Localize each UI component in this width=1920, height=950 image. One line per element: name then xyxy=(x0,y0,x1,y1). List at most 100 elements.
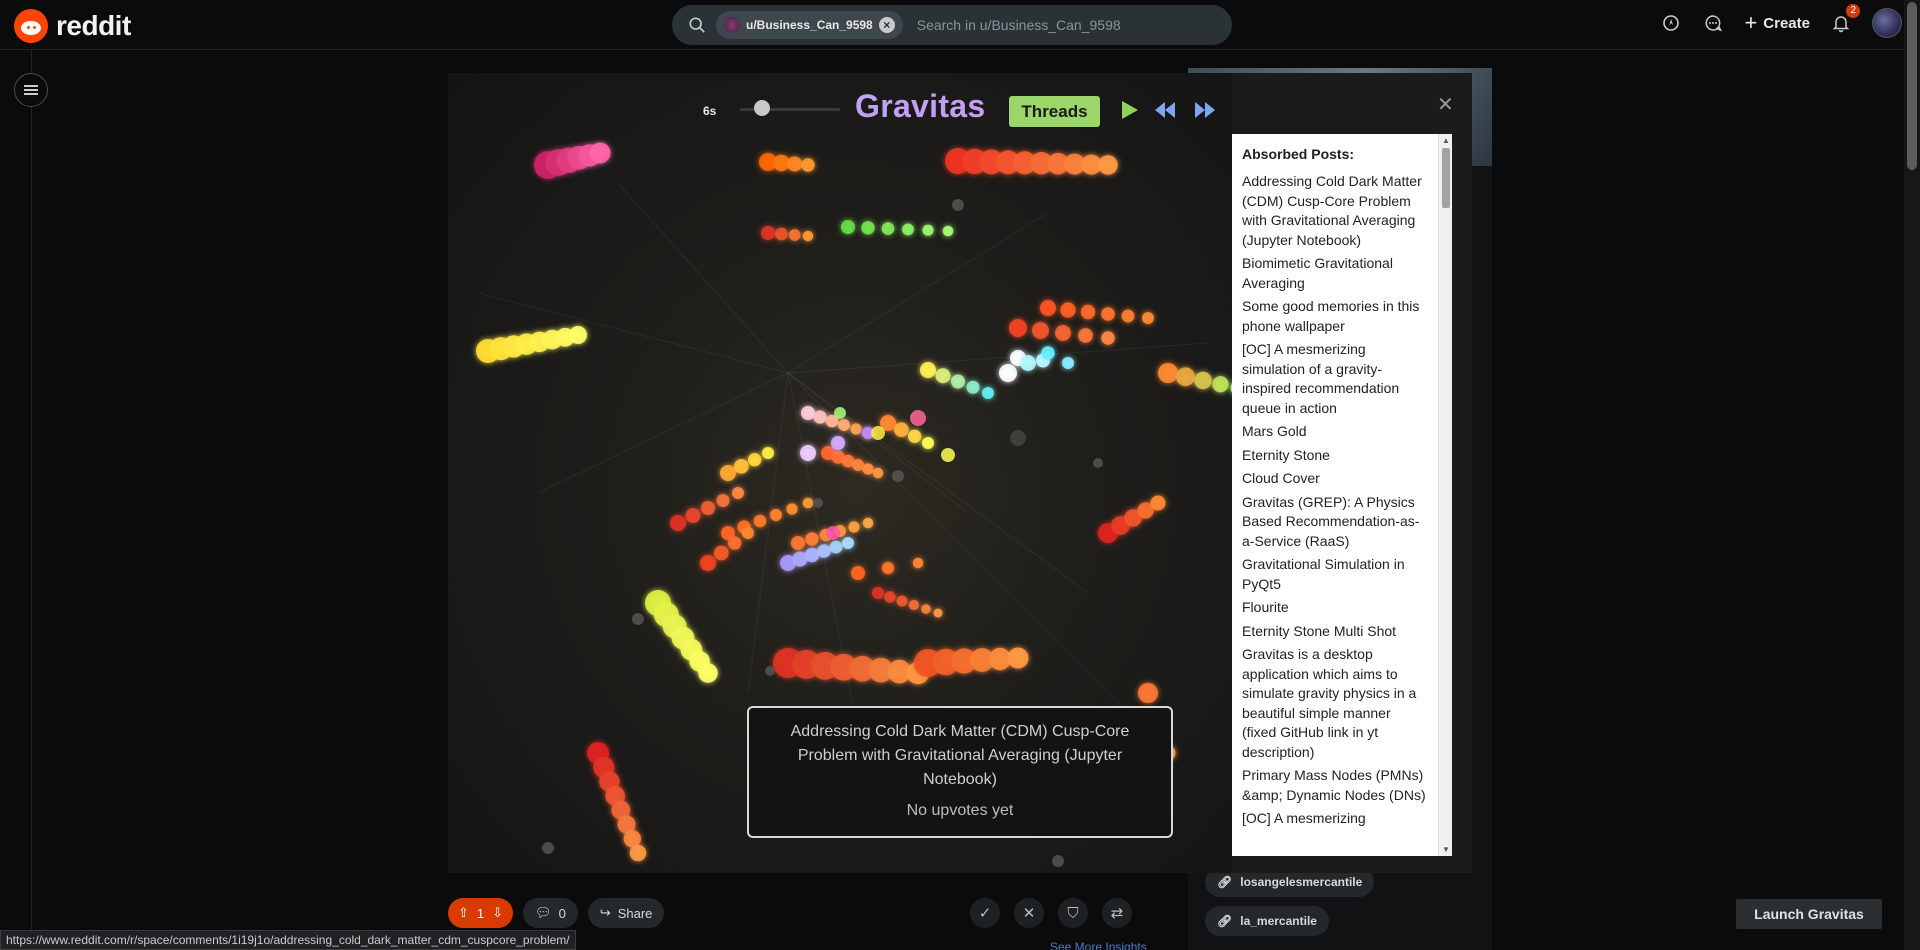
see-more-insights-link[interactable]: See More Insights xyxy=(1050,940,1147,950)
absorbed-post-item[interactable]: [OC] A mesmerizing simulation of a gravi… xyxy=(1242,340,1427,418)
user-avatar-icon xyxy=(724,17,740,33)
particle xyxy=(892,470,904,482)
particle xyxy=(1080,304,1096,320)
create-button[interactable]: + Create xyxy=(1744,10,1810,36)
threads-button[interactable]: Threads xyxy=(1009,96,1100,127)
particle xyxy=(1007,647,1029,669)
particle xyxy=(1158,363,1178,383)
search-input[interactable]: Search in u/Business_Can_9598 xyxy=(917,17,1121,33)
particle xyxy=(670,515,686,531)
absorbed-post-item[interactable]: [OC] A mesmerizing xyxy=(1242,809,1427,829)
absorbed-post-item[interactable]: Some good memories in this phone wallpap… xyxy=(1242,297,1427,336)
hamburger-icon xyxy=(24,85,38,95)
absorbed-posts-scrollbar[interactable]: ▲ ▼ xyxy=(1438,134,1452,856)
rewind-icon[interactable] xyxy=(1153,98,1177,122)
expand-navigation-button[interactable] xyxy=(14,73,48,107)
absorbed-post-item[interactable]: Gravitas (GREP): A Physics Based Recomme… xyxy=(1242,493,1427,552)
particle xyxy=(920,362,936,378)
scroll-up-icon[interactable]: ▲ xyxy=(1442,136,1450,145)
link-icon: 🔗︎ xyxy=(1217,875,1233,889)
particle xyxy=(881,222,895,235)
status-bar-url: https://www.reddit.com/r/space/comments/… xyxy=(0,930,576,950)
clear-scope-icon[interactable]: × xyxy=(878,17,895,33)
approve-icon[interactable]: ✓ xyxy=(970,898,1000,928)
particle xyxy=(1098,155,1118,175)
particle-trail xyxy=(880,415,934,449)
absorbed-post-item[interactable]: Cloud Cover xyxy=(1242,469,1427,489)
absorbed-post-item[interactable]: Biomimetic Gravitational Averaging xyxy=(1242,254,1427,293)
search-scope-chip[interactable]: u/Business_Can_9598 × xyxy=(716,11,903,39)
comments-button[interactable]: 💬︎ 0 xyxy=(523,898,578,928)
particle xyxy=(801,406,815,420)
fast-forward-icon[interactable] xyxy=(1193,98,1217,122)
absorbed-post-item[interactable]: Addressing Cold Dark Matter (CDM) Cusp-C… xyxy=(1242,172,1427,250)
reddit-logo[interactable]: reddit xyxy=(14,9,131,43)
particle-trail xyxy=(872,587,943,618)
particle xyxy=(1040,300,1056,316)
downvote-icon[interactable]: ⇩ xyxy=(492,905,503,921)
particle xyxy=(802,230,814,242)
vote-control: ⇧ 1 ⇩ xyxy=(448,898,514,928)
particle xyxy=(762,447,774,459)
particle xyxy=(829,540,843,554)
particle-trail xyxy=(645,590,718,683)
share-button[interactable]: ↪ Share xyxy=(587,898,665,928)
profile-avatar[interactable] xyxy=(1872,8,1902,38)
particle xyxy=(1138,683,1158,703)
particle xyxy=(1055,325,1071,341)
particle xyxy=(921,604,931,614)
particle xyxy=(912,557,924,569)
connection-line xyxy=(787,212,1049,374)
absorbed-post-item[interactable]: Mars Gold xyxy=(1242,422,1427,442)
particle xyxy=(872,587,884,599)
particle xyxy=(748,453,762,467)
absorbed-post-item[interactable]: Gravitas is a desktop application which … xyxy=(1242,645,1427,762)
share-label: Share xyxy=(617,905,653,921)
absorbed-post-item[interactable]: Primary Mass Nodes (PMNs) &amp; Dynamic … xyxy=(1242,766,1427,805)
advertise-icon[interactable] xyxy=(1660,12,1682,34)
absorbed-post-item[interactable]: Flourite xyxy=(1242,598,1427,618)
page-scrollbar-thumb[interactable] xyxy=(1907,2,1917,170)
absorbed-post-item[interactable]: Eternity Stone xyxy=(1242,446,1427,466)
connection-line xyxy=(787,372,1089,594)
particle xyxy=(1212,376,1229,393)
time-slider-knob[interactable] xyxy=(754,100,770,116)
particle xyxy=(813,410,827,424)
top-navigation-bar: reddit u/Business_Can_9598 × Search in u… xyxy=(0,0,1920,50)
chat-icon[interactable] xyxy=(1702,12,1724,34)
community-tag[interactable]: 🔗︎ la_mercantile xyxy=(1205,906,1329,936)
tooltip-subtitle: No upvotes yet xyxy=(906,802,1014,819)
community-tag-label: la_mercantile xyxy=(1240,914,1317,928)
absorbed-post-item[interactable]: Eternity Stone Multi Shot xyxy=(1242,622,1427,642)
launch-gravitas-button[interactable]: Launch Gravitas xyxy=(1736,899,1882,929)
particle xyxy=(1062,357,1074,369)
connection-line xyxy=(787,342,1209,374)
modal-title: Gravitas xyxy=(855,88,986,124)
particle xyxy=(802,497,814,509)
notifications-button[interactable]: 2 xyxy=(1830,4,1860,34)
particle xyxy=(862,463,874,475)
remove-icon[interactable]: ✕ xyxy=(1014,898,1044,928)
particle xyxy=(908,429,922,444)
particle xyxy=(884,591,896,603)
play-icon[interactable] xyxy=(1117,98,1141,122)
link-icon: 🔗︎ xyxy=(1217,914,1233,928)
upvote-icon[interactable]: ⇧ xyxy=(458,905,469,921)
particle xyxy=(1101,307,1115,321)
absorbed-posts-scroll-thumb[interactable] xyxy=(1442,148,1450,208)
close-modal-icon[interactable]: ✕ xyxy=(1437,92,1454,117)
absorbed-post-item[interactable]: Gravitational Simulation in PyQt5 xyxy=(1242,555,1427,594)
particle xyxy=(862,517,874,529)
particle-trail xyxy=(821,446,884,479)
shield-icon[interactable]: ⛉ xyxy=(1058,898,1088,928)
crosspost-icon[interactable]: ⇄ xyxy=(1102,898,1132,928)
community-tag-label: losangelesmercantile xyxy=(1240,875,1363,889)
search-bar[interactable]: u/Business_Can_9598 × Search in u/Busine… xyxy=(672,5,1232,45)
absorbed-posts-panel[interactable]: Absorbed Posts: Addressing Cold Dark Mat… xyxy=(1232,134,1452,856)
particle xyxy=(872,467,884,479)
scroll-down-icon[interactable]: ▼ xyxy=(1442,845,1450,854)
particle xyxy=(685,508,701,523)
comment-icon: 💬︎ xyxy=(535,905,552,920)
particle xyxy=(732,487,744,499)
particle xyxy=(800,445,816,461)
